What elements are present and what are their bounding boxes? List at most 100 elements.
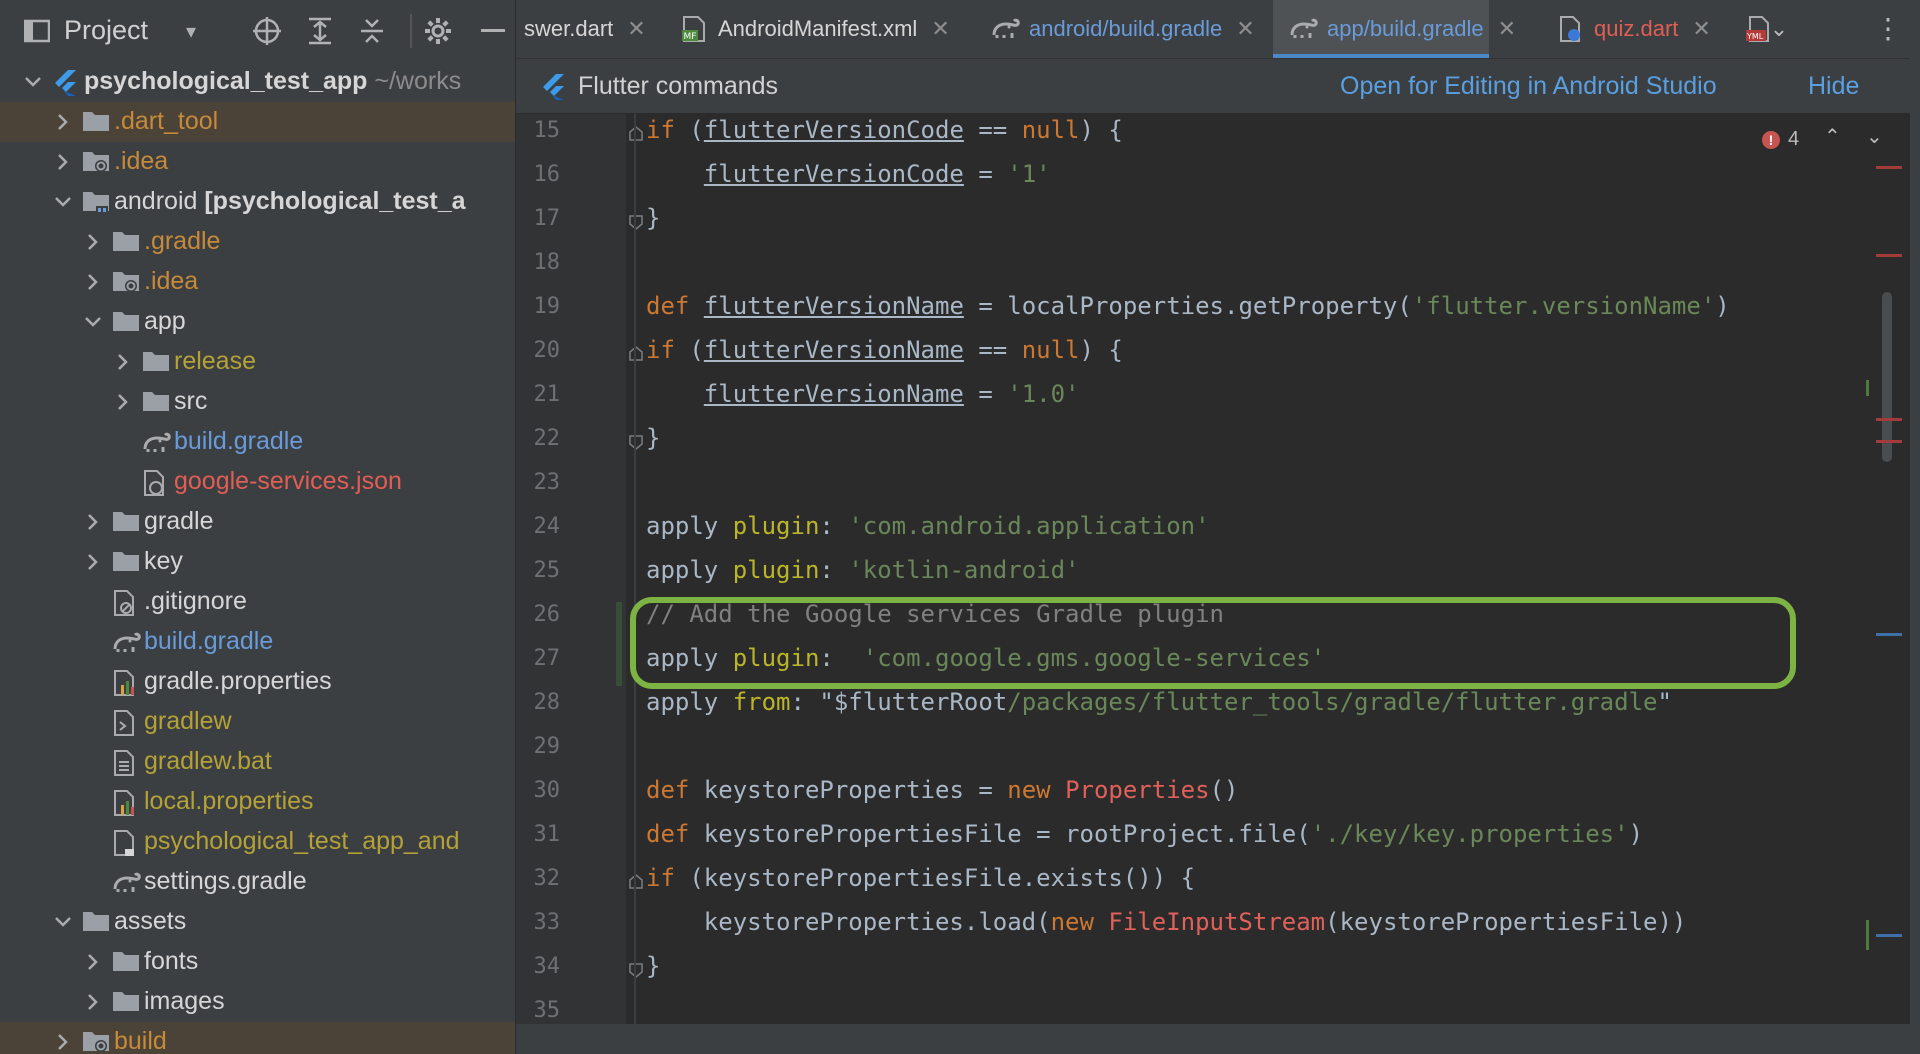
chevron-down-icon[interactable] [22, 71, 44, 93]
settings-folder-icon [112, 269, 140, 295]
info-stripe-mark[interactable] [1876, 633, 1902, 636]
close-icon[interactable]: ✕ [627, 16, 645, 42]
line-number: 17 [533, 206, 561, 231]
chevron-right-icon[interactable] [82, 551, 104, 573]
tab-label: app/build.gradle [1327, 16, 1484, 41]
chevron-down-icon[interactable] [82, 311, 104, 333]
fold-marker-icon[interactable] [628, 346, 644, 362]
view-dropdown-icon[interactable]: ▾ [176, 16, 206, 46]
error-stripe-mark[interactable] [1876, 418, 1902, 421]
line-number: 31 [533, 822, 561, 847]
device-manager-tool-icon[interactable] [1912, 540, 1918, 760]
tree-item[interactable]: android [psychological_test_a [0, 182, 515, 222]
chevron-right-icon[interactable] [52, 151, 74, 173]
flutter-inspector-tool-icon[interactable] [1912, 800, 1918, 1000]
project-view-icon[interactable] [22, 16, 52, 46]
tree-item[interactable]: psychological_test_app_and [0, 822, 515, 862]
collapse-all-icon[interactable] [357, 16, 387, 46]
open-in-android-studio-link[interactable]: Open for Editing in Android Studio [1340, 72, 1717, 101]
tab-android-manifest[interactable]: MF AndroidManifest.xml ✕ [680, 0, 950, 58]
tab-app-build-gradle[interactable]: app/build.gradle ✕ [1273, 0, 1516, 58]
tree-item[interactable]: psychological_test_app ~/works [0, 62, 515, 102]
tree-item[interactable]: settings.gradle [0, 862, 515, 902]
tree-item[interactable]: src [0, 382, 515, 422]
close-icon[interactable]: ✕ [1498, 16, 1516, 42]
tree-item[interactable]: gradle [0, 502, 515, 542]
error-stripe-mark[interactable] [1876, 254, 1902, 257]
more-icon[interactable]: ⋮ [1874, 12, 1902, 45]
tree-item[interactable]: key [0, 542, 515, 582]
next-error-icon[interactable]: ⌄ [1866, 124, 1883, 149]
tree-item[interactable]: release [0, 342, 515, 382]
expand-all-icon[interactable] [305, 16, 335, 46]
code-line: apply from: "$flutterRoot/packages/flutt… [646, 688, 1672, 716]
close-icon[interactable]: ✕ [1236, 16, 1254, 42]
chevron-right-icon[interactable] [112, 391, 134, 413]
close-icon[interactable]: ✕ [931, 16, 949, 42]
chevron-right-icon[interactable] [82, 991, 104, 1013]
minimize-icon[interactable] [478, 16, 508, 46]
tree-item[interactable]: fonts [0, 942, 515, 982]
fold-marker-icon[interactable] [628, 874, 644, 890]
code-editor[interactable]: 15 16 17 18 19 20 21 22 23 24 25 26 27 28 29 30 31 32 33 34… [516, 114, 1910, 1024]
editor-scrollbar[interactable] [1882, 292, 1892, 462]
line-number: 30 [533, 778, 561, 803]
fold-marker-icon[interactable] [628, 126, 644, 142]
settings-folder-icon [82, 1029, 110, 1054]
error-icon: ! [1762, 130, 1780, 149]
error-indicator[interactable]: ! 4 [1762, 128, 1799, 151]
hide-link[interactable]: Hide [1808, 72, 1859, 101]
tab-android-build-gradle[interactable]: android/build.gradle ✕ [991, 0, 1255, 58]
chevron-right-icon[interactable] [82, 231, 104, 253]
tab-answer-dart[interactable]: swer.dart ✕ [524, 0, 646, 58]
fold-marker-icon[interactable] [628, 962, 644, 978]
tree-item[interactable]: local.properties [0, 782, 515, 822]
locate-file-icon[interactable] [252, 16, 282, 46]
gear-icon[interactable] [423, 16, 453, 46]
chevron-right-icon[interactable] [82, 511, 104, 533]
tree-item[interactable]: .idea [0, 262, 515, 302]
tree-item[interactable]: .gradle [0, 222, 515, 262]
gradle-icon [142, 429, 171, 455]
tree-item[interactable]: gradle.properties [0, 662, 515, 702]
chevron-right-icon[interactable] [82, 951, 104, 973]
tree-item[interactable]: .idea [0, 142, 515, 182]
tree-item[interactable]: build.gradle [0, 422, 515, 462]
change-stripe-mark [1866, 920, 1869, 950]
chevron-right-icon[interactable] [52, 1031, 74, 1053]
tree-item[interactable]: build.gradle [0, 622, 515, 662]
info-stripe-mark[interactable] [1876, 934, 1902, 937]
line-number: 25 [533, 558, 561, 583]
tree-item[interactable]: .gitignore [0, 582, 515, 622]
chevron-down-icon[interactable] [52, 911, 74, 933]
fold-marker-icon[interactable] [628, 214, 644, 230]
code-line: if (flutterVersionName == null) { [646, 336, 1123, 364]
previous-error-icon[interactable]: ⌃ [1824, 124, 1841, 149]
tree-item[interactable]: build [0, 1022, 515, 1054]
tree-item[interactable]: google-services.json [0, 462, 515, 502]
tree-item[interactable]: gradlew [0, 702, 515, 742]
module-folder-icon [82, 189, 110, 215]
tree-item-label: fonts [144, 947, 199, 975]
chevron-right-icon[interactable] [82, 271, 104, 293]
tree-item-suffix: [psychological_test_a [197, 187, 466, 215]
tree-item[interactable]: images [0, 982, 515, 1022]
project-view-title[interactable]: Project [64, 15, 148, 46]
settings-folder-icon [82, 149, 110, 175]
tab-quiz-dart[interactable]: quiz.dart ✕ [1556, 0, 1711, 58]
close-icon[interactable]: ✕ [1692, 16, 1710, 42]
chevron-right-icon[interactable] [52, 111, 74, 133]
tree-item[interactable]: .dart_tool [0, 102, 515, 142]
tree-item[interactable]: gradlew.bat [0, 742, 515, 782]
flutter-performance-tool-icon[interactable] [1912, 260, 1918, 500]
flutter-outline-tool-icon[interactable] [1912, 0, 1918, 200]
line-number: 20 [533, 338, 561, 363]
fold-marker-icon[interactable] [628, 434, 644, 450]
tree-item[interactable]: assets [0, 902, 515, 942]
chevron-down-icon[interactable] [52, 191, 74, 213]
tree-item[interactable]: app [0, 302, 515, 342]
chevron-down-icon[interactable]: ⌄ [1764, 14, 1794, 44]
error-stripe-mark[interactable] [1876, 440, 1902, 443]
error-stripe-mark[interactable] [1876, 166, 1902, 169]
chevron-right-icon[interactable] [112, 351, 134, 373]
